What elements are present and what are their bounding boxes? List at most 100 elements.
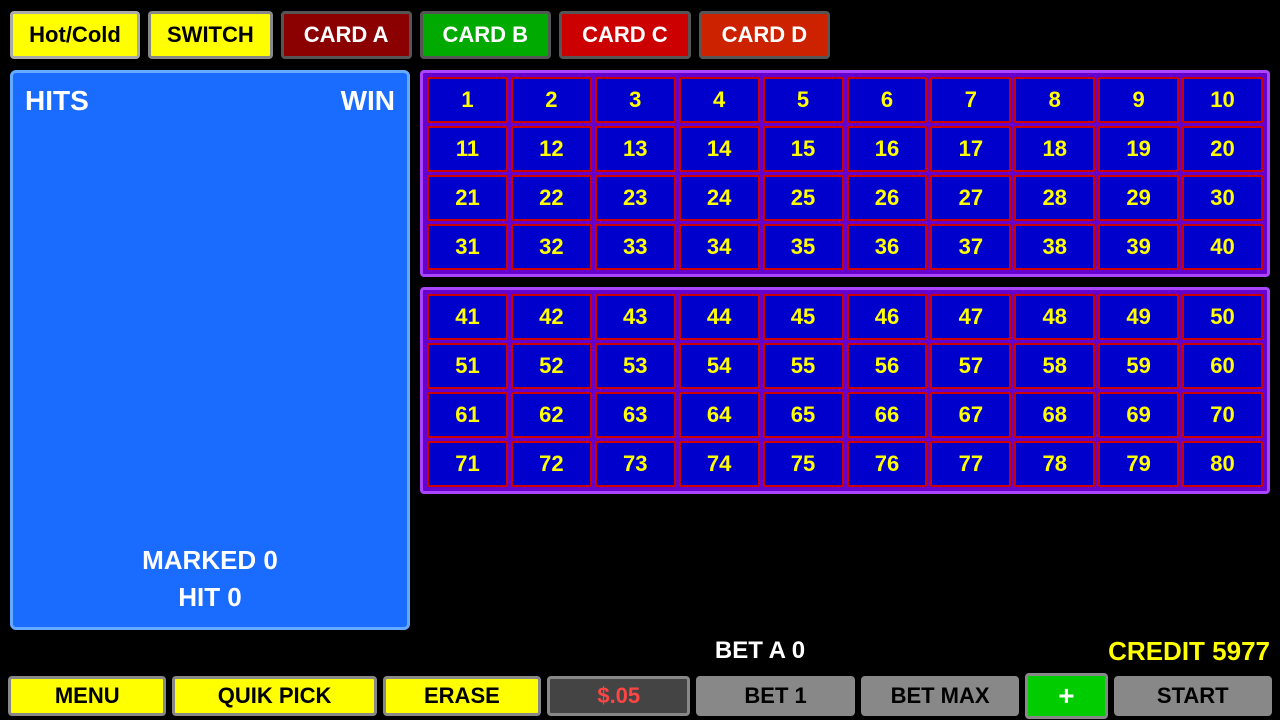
number-cell-47[interactable]: 47 — [930, 294, 1011, 340]
number-cell-14[interactable]: 14 — [679, 126, 760, 172]
number-cell-79[interactable]: 79 — [1098, 441, 1179, 487]
number-cell-1[interactable]: 1 — [427, 77, 508, 123]
number-cell-4[interactable]: 4 — [679, 77, 760, 123]
number-cell-9[interactable]: 9 — [1098, 77, 1179, 123]
betmax-button[interactable]: BET MAX — [861, 676, 1019, 716]
number-cell-54[interactable]: 54 — [679, 343, 760, 389]
number-cell-23[interactable]: 23 — [595, 175, 676, 221]
number-cell-41[interactable]: 41 — [427, 294, 508, 340]
card-b-button[interactable]: CARD B — [420, 11, 552, 59]
number-cell-65[interactable]: 65 — [763, 392, 844, 438]
hits-label: HITS — [25, 85, 89, 117]
number-cell-78[interactable]: 78 — [1014, 441, 1095, 487]
number-cell-36[interactable]: 36 — [847, 224, 928, 270]
number-cell-10[interactable]: 10 — [1182, 77, 1263, 123]
number-cell-3[interactable]: 3 — [595, 77, 676, 123]
number-cell-51[interactable]: 51 — [427, 343, 508, 389]
number-cell-12[interactable]: 12 — [511, 126, 592, 172]
number-cell-63[interactable]: 63 — [595, 392, 676, 438]
number-cell-76[interactable]: 76 — [847, 441, 928, 487]
number-cell-5[interactable]: 5 — [763, 77, 844, 123]
number-cell-37[interactable]: 37 — [930, 224, 1011, 270]
number-cell-22[interactable]: 22 — [511, 175, 592, 221]
number-cell-69[interactable]: 69 — [1098, 392, 1179, 438]
number-cell-18[interactable]: 18 — [1014, 126, 1095, 172]
number-cell-49[interactable]: 49 — [1098, 294, 1179, 340]
number-cell-70[interactable]: 70 — [1182, 392, 1263, 438]
number-cell-48[interactable]: 48 — [1014, 294, 1095, 340]
number-cell-61[interactable]: 61 — [427, 392, 508, 438]
number-cell-26[interactable]: 26 — [847, 175, 928, 221]
bottom-status: BET A 0 CREDIT 5977 — [0, 630, 1280, 672]
number-cell-80[interactable]: 80 — [1182, 441, 1263, 487]
number-cell-71[interactable]: 71 — [427, 441, 508, 487]
number-cell-56[interactable]: 56 — [847, 343, 928, 389]
number-cell-24[interactable]: 24 — [679, 175, 760, 221]
number-cell-73[interactable]: 73 — [595, 441, 676, 487]
number-grid-2: 41424344454647484950 51525354555657585960… — [420, 287, 1270, 494]
number-cell-39[interactable]: 39 — [1098, 224, 1179, 270]
amount-button[interactable]: $.05 — [547, 676, 690, 716]
number-grid-1: 1234567891011121314151617181920212223242… — [420, 70, 1270, 277]
number-cell-7[interactable]: 7 — [930, 77, 1011, 123]
number-cell-44[interactable]: 44 — [679, 294, 760, 340]
number-cell-57[interactable]: 57 — [930, 343, 1011, 389]
hit-label: HIT 0 — [25, 579, 395, 615]
number-cell-46[interactable]: 46 — [847, 294, 928, 340]
plus-button[interactable]: + — [1025, 673, 1107, 719]
number-cell-75[interactable]: 75 — [763, 441, 844, 487]
quik-pick-button[interactable]: QUIK PICK — [172, 676, 376, 716]
number-cell-52[interactable]: 52 — [511, 343, 592, 389]
number-cell-34[interactable]: 34 — [679, 224, 760, 270]
number-cell-35[interactable]: 35 — [763, 224, 844, 270]
start-button[interactable]: START — [1114, 676, 1272, 716]
number-cell-40[interactable]: 40 — [1182, 224, 1263, 270]
number-cell-21[interactable]: 21 — [427, 175, 508, 221]
number-cell-13[interactable]: 13 — [595, 126, 676, 172]
number-cell-72[interactable]: 72 — [511, 441, 592, 487]
card-c-button[interactable]: CARD C — [559, 11, 691, 59]
number-cell-25[interactable]: 25 — [763, 175, 844, 221]
number-cell-53[interactable]: 53 — [595, 343, 676, 389]
number-cell-55[interactable]: 55 — [763, 343, 844, 389]
card-d-button[interactable]: CARD D — [699, 11, 831, 59]
number-cell-27[interactable]: 27 — [930, 175, 1011, 221]
number-cell-67[interactable]: 67 — [930, 392, 1011, 438]
number-cell-62[interactable]: 62 — [511, 392, 592, 438]
menu-button[interactable]: MENU — [8, 676, 166, 716]
number-cell-15[interactable]: 15 — [763, 126, 844, 172]
switch-button[interactable]: SWITCH — [148, 11, 273, 59]
number-cell-59[interactable]: 59 — [1098, 343, 1179, 389]
number-cell-28[interactable]: 28 — [1014, 175, 1095, 221]
number-cell-19[interactable]: 19 — [1098, 126, 1179, 172]
number-cell-16[interactable]: 16 — [847, 126, 928, 172]
number-cell-29[interactable]: 29 — [1098, 175, 1179, 221]
number-cell-30[interactable]: 30 — [1182, 175, 1263, 221]
number-cell-68[interactable]: 68 — [1014, 392, 1095, 438]
number-cell-33[interactable]: 33 — [595, 224, 676, 270]
bottom-bar: MENU QUIK PICK ERASE $.05 BET 1 BET MAX … — [0, 672, 1280, 720]
number-cell-2[interactable]: 2 — [511, 77, 592, 123]
number-cell-64[interactable]: 64 — [679, 392, 760, 438]
card-a-button[interactable]: CARD A — [281, 11, 412, 59]
number-cell-74[interactable]: 74 — [679, 441, 760, 487]
number-cell-77[interactable]: 77 — [930, 441, 1011, 487]
number-cell-38[interactable]: 38 — [1014, 224, 1095, 270]
number-cell-50[interactable]: 50 — [1182, 294, 1263, 340]
number-cell-6[interactable]: 6 — [847, 77, 928, 123]
number-cell-66[interactable]: 66 — [847, 392, 928, 438]
number-cell-43[interactable]: 43 — [595, 294, 676, 340]
number-cell-58[interactable]: 58 — [1014, 343, 1095, 389]
bet1-button[interactable]: BET 1 — [696, 676, 854, 716]
number-cell-31[interactable]: 31 — [427, 224, 508, 270]
erase-button[interactable]: ERASE — [383, 676, 541, 716]
number-cell-17[interactable]: 17 — [930, 126, 1011, 172]
number-cell-20[interactable]: 20 — [1182, 126, 1263, 172]
number-cell-32[interactable]: 32 — [511, 224, 592, 270]
hot-cold-button[interactable]: Hot/Cold — [10, 11, 140, 59]
number-cell-60[interactable]: 60 — [1182, 343, 1263, 389]
number-cell-11[interactable]: 11 — [427, 126, 508, 172]
number-cell-42[interactable]: 42 — [511, 294, 592, 340]
number-cell-8[interactable]: 8 — [1014, 77, 1095, 123]
number-cell-45[interactable]: 45 — [763, 294, 844, 340]
